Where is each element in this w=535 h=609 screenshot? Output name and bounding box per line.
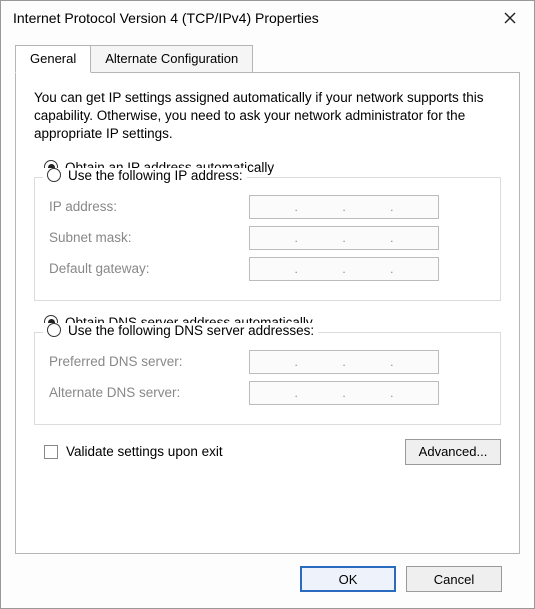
tab-alternate[interactable]: Alternate Configuration bbox=[91, 45, 253, 72]
row-alternate-dns: Alternate DNS server: ... bbox=[49, 381, 486, 405]
radio-icon bbox=[47, 168, 61, 182]
checkbox-validate-label: Validate settings upon exit bbox=[66, 444, 223, 459]
input-alternate-dns[interactable]: ... bbox=[249, 381, 439, 405]
label-alternate-dns: Alternate DNS server: bbox=[49, 385, 249, 400]
label-ip-address: IP address: bbox=[49, 199, 249, 214]
ip-fieldset: Use the following IP address: IP address… bbox=[34, 177, 501, 301]
radio-dns-manual-label: Use the following DNS server addresses: bbox=[68, 323, 314, 338]
window-title: Internet Protocol Version 4 (TCP/IPv4) P… bbox=[13, 10, 319, 26]
input-default-gateway[interactable]: ... bbox=[249, 257, 439, 281]
label-default-gateway: Default gateway: bbox=[49, 261, 249, 276]
input-preferred-dns[interactable]: ... bbox=[249, 350, 439, 374]
row-subnet-mask: Subnet mask: ... bbox=[49, 226, 486, 250]
advanced-button[interactable]: Advanced... bbox=[405, 439, 501, 465]
ok-button[interactable]: OK bbox=[300, 566, 396, 592]
input-subnet-mask[interactable]: ... bbox=[249, 226, 439, 250]
radio-dns-manual[interactable]: Use the following DNS server addresses: bbox=[43, 323, 318, 338]
checkbox-validate[interactable]: Validate settings upon exit bbox=[44, 444, 223, 459]
dialog-window: Internet Protocol Version 4 (TCP/IPv4) P… bbox=[0, 0, 535, 609]
titlebar: Internet Protocol Version 4 (TCP/IPv4) P… bbox=[1, 1, 534, 35]
tab-panel-general: You can get IP settings assigned automat… bbox=[15, 72, 520, 554]
tab-strip: General Alternate Configuration bbox=[15, 45, 520, 72]
label-subnet-mask: Subnet mask: bbox=[49, 230, 249, 245]
close-icon[interactable] bbox=[496, 7, 524, 29]
dialog-body: General Alternate Configuration You can … bbox=[1, 35, 534, 608]
radio-icon bbox=[47, 323, 61, 337]
row-default-gateway: Default gateway: ... bbox=[49, 257, 486, 281]
tab-general[interactable]: General bbox=[15, 45, 91, 73]
radio-ip-manual[interactable]: Use the following IP address: bbox=[43, 168, 247, 183]
row-ip-address: IP address: ... bbox=[49, 195, 486, 219]
dns-fieldset: Use the following DNS server addresses: … bbox=[34, 332, 501, 425]
row-preferred-dns: Preferred DNS server: ... bbox=[49, 350, 486, 374]
intro-text: You can get IP settings assigned automat… bbox=[34, 89, 501, 144]
input-ip-address[interactable]: ... bbox=[249, 195, 439, 219]
radio-ip-manual-label: Use the following IP address: bbox=[68, 168, 243, 183]
dialog-footer: OK Cancel bbox=[15, 554, 520, 608]
checkbox-icon bbox=[44, 445, 58, 459]
bottom-row: Validate settings upon exit Advanced... bbox=[34, 439, 501, 465]
label-preferred-dns: Preferred DNS server: bbox=[49, 354, 249, 369]
cancel-button[interactable]: Cancel bbox=[406, 566, 502, 592]
